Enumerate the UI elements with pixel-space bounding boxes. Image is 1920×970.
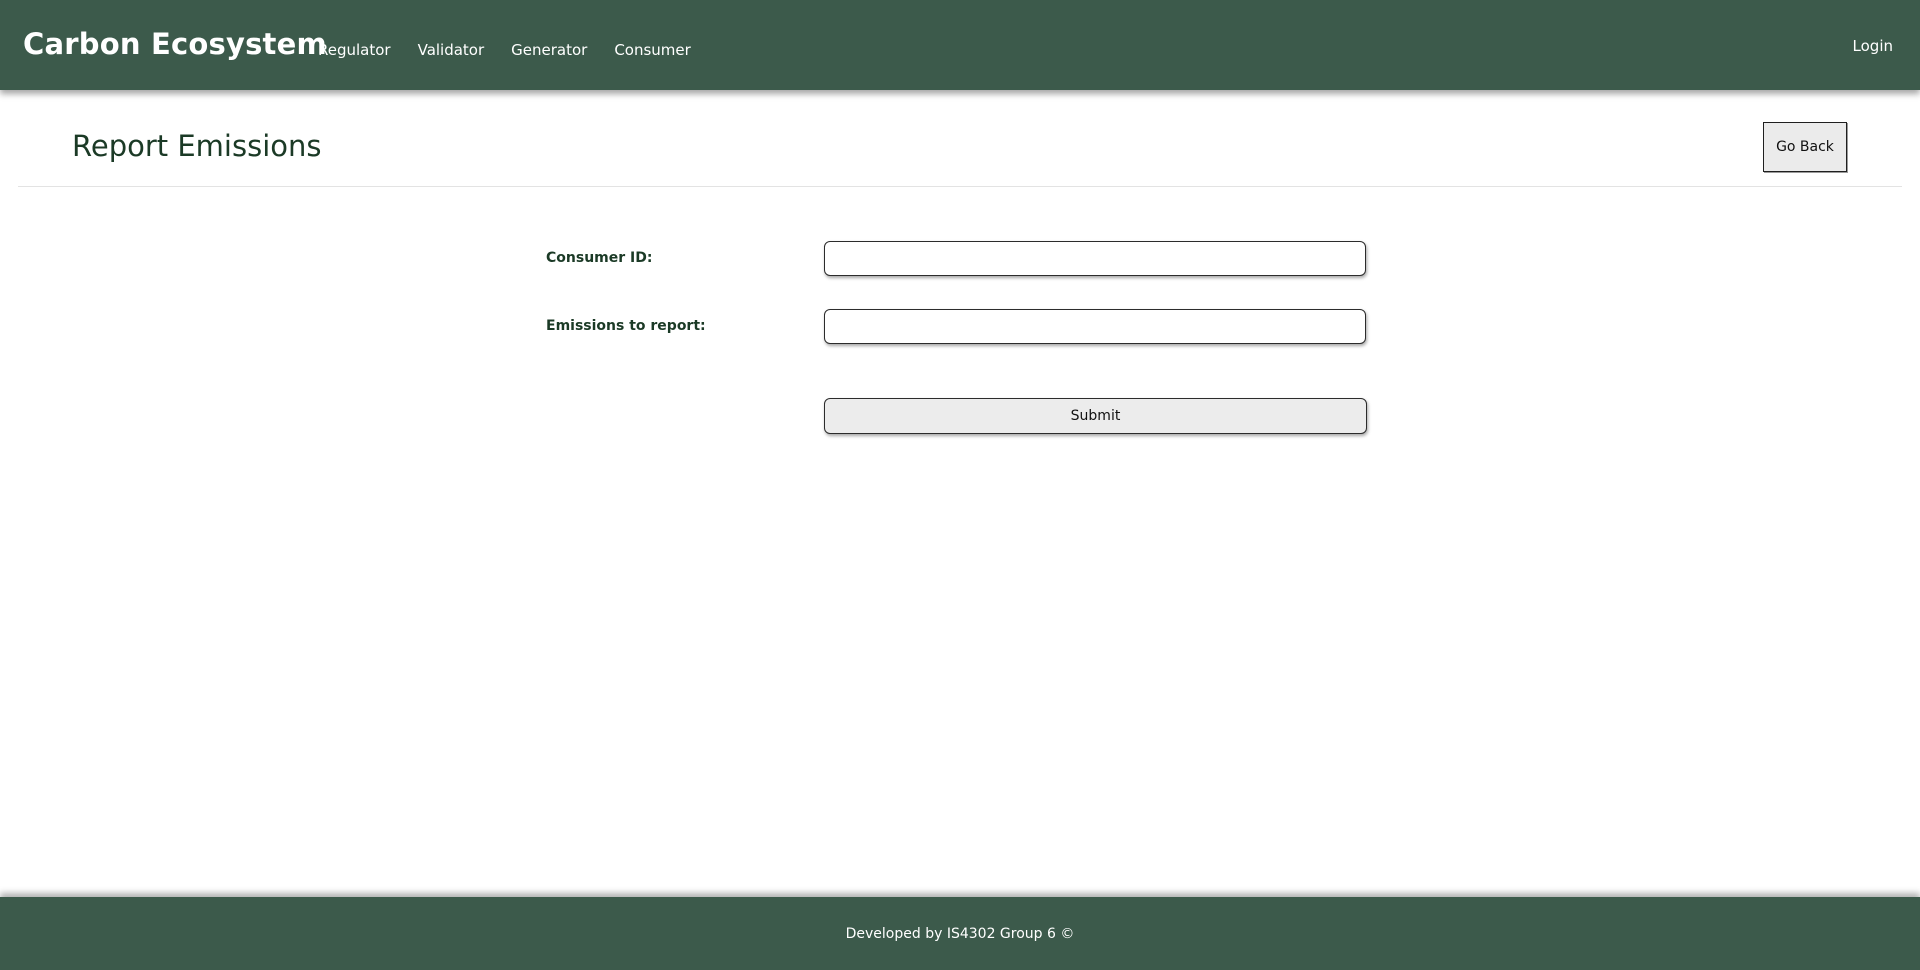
top-navbar: Carbon Ecosystem Regulator Validator Gen… xyxy=(0,0,1920,90)
consumer-id-label: Consumer ID: xyxy=(546,250,653,266)
consumer-id-input[interactable] xyxy=(824,241,1366,276)
nav-link-regulator[interactable]: Regulator xyxy=(318,39,391,61)
brand-title[interactable]: Carbon Ecosystem xyxy=(23,26,327,62)
nav-links: Regulator Validator Generator Consumer xyxy=(318,39,718,61)
footer-text: Developed by IS4302 Group 6 © xyxy=(845,926,1075,942)
nav-link-generator[interactable]: Generator xyxy=(511,39,587,61)
emissions-input[interactable] xyxy=(824,309,1366,344)
go-back-button[interactable]: Go Back xyxy=(1763,122,1847,172)
nav-link-consumer[interactable]: Consumer xyxy=(614,39,691,61)
login-link[interactable]: Login xyxy=(1853,35,1893,57)
submit-button[interactable]: Submit xyxy=(824,398,1367,434)
page-header: Report Emissions Go Back xyxy=(18,90,1902,187)
footer: Developed by IS4302 Group 6 © xyxy=(0,897,1920,970)
emissions-label: Emissions to report: xyxy=(546,318,706,334)
page-title: Report Emissions xyxy=(72,129,322,163)
nav-link-validator[interactable]: Validator xyxy=(418,39,485,61)
